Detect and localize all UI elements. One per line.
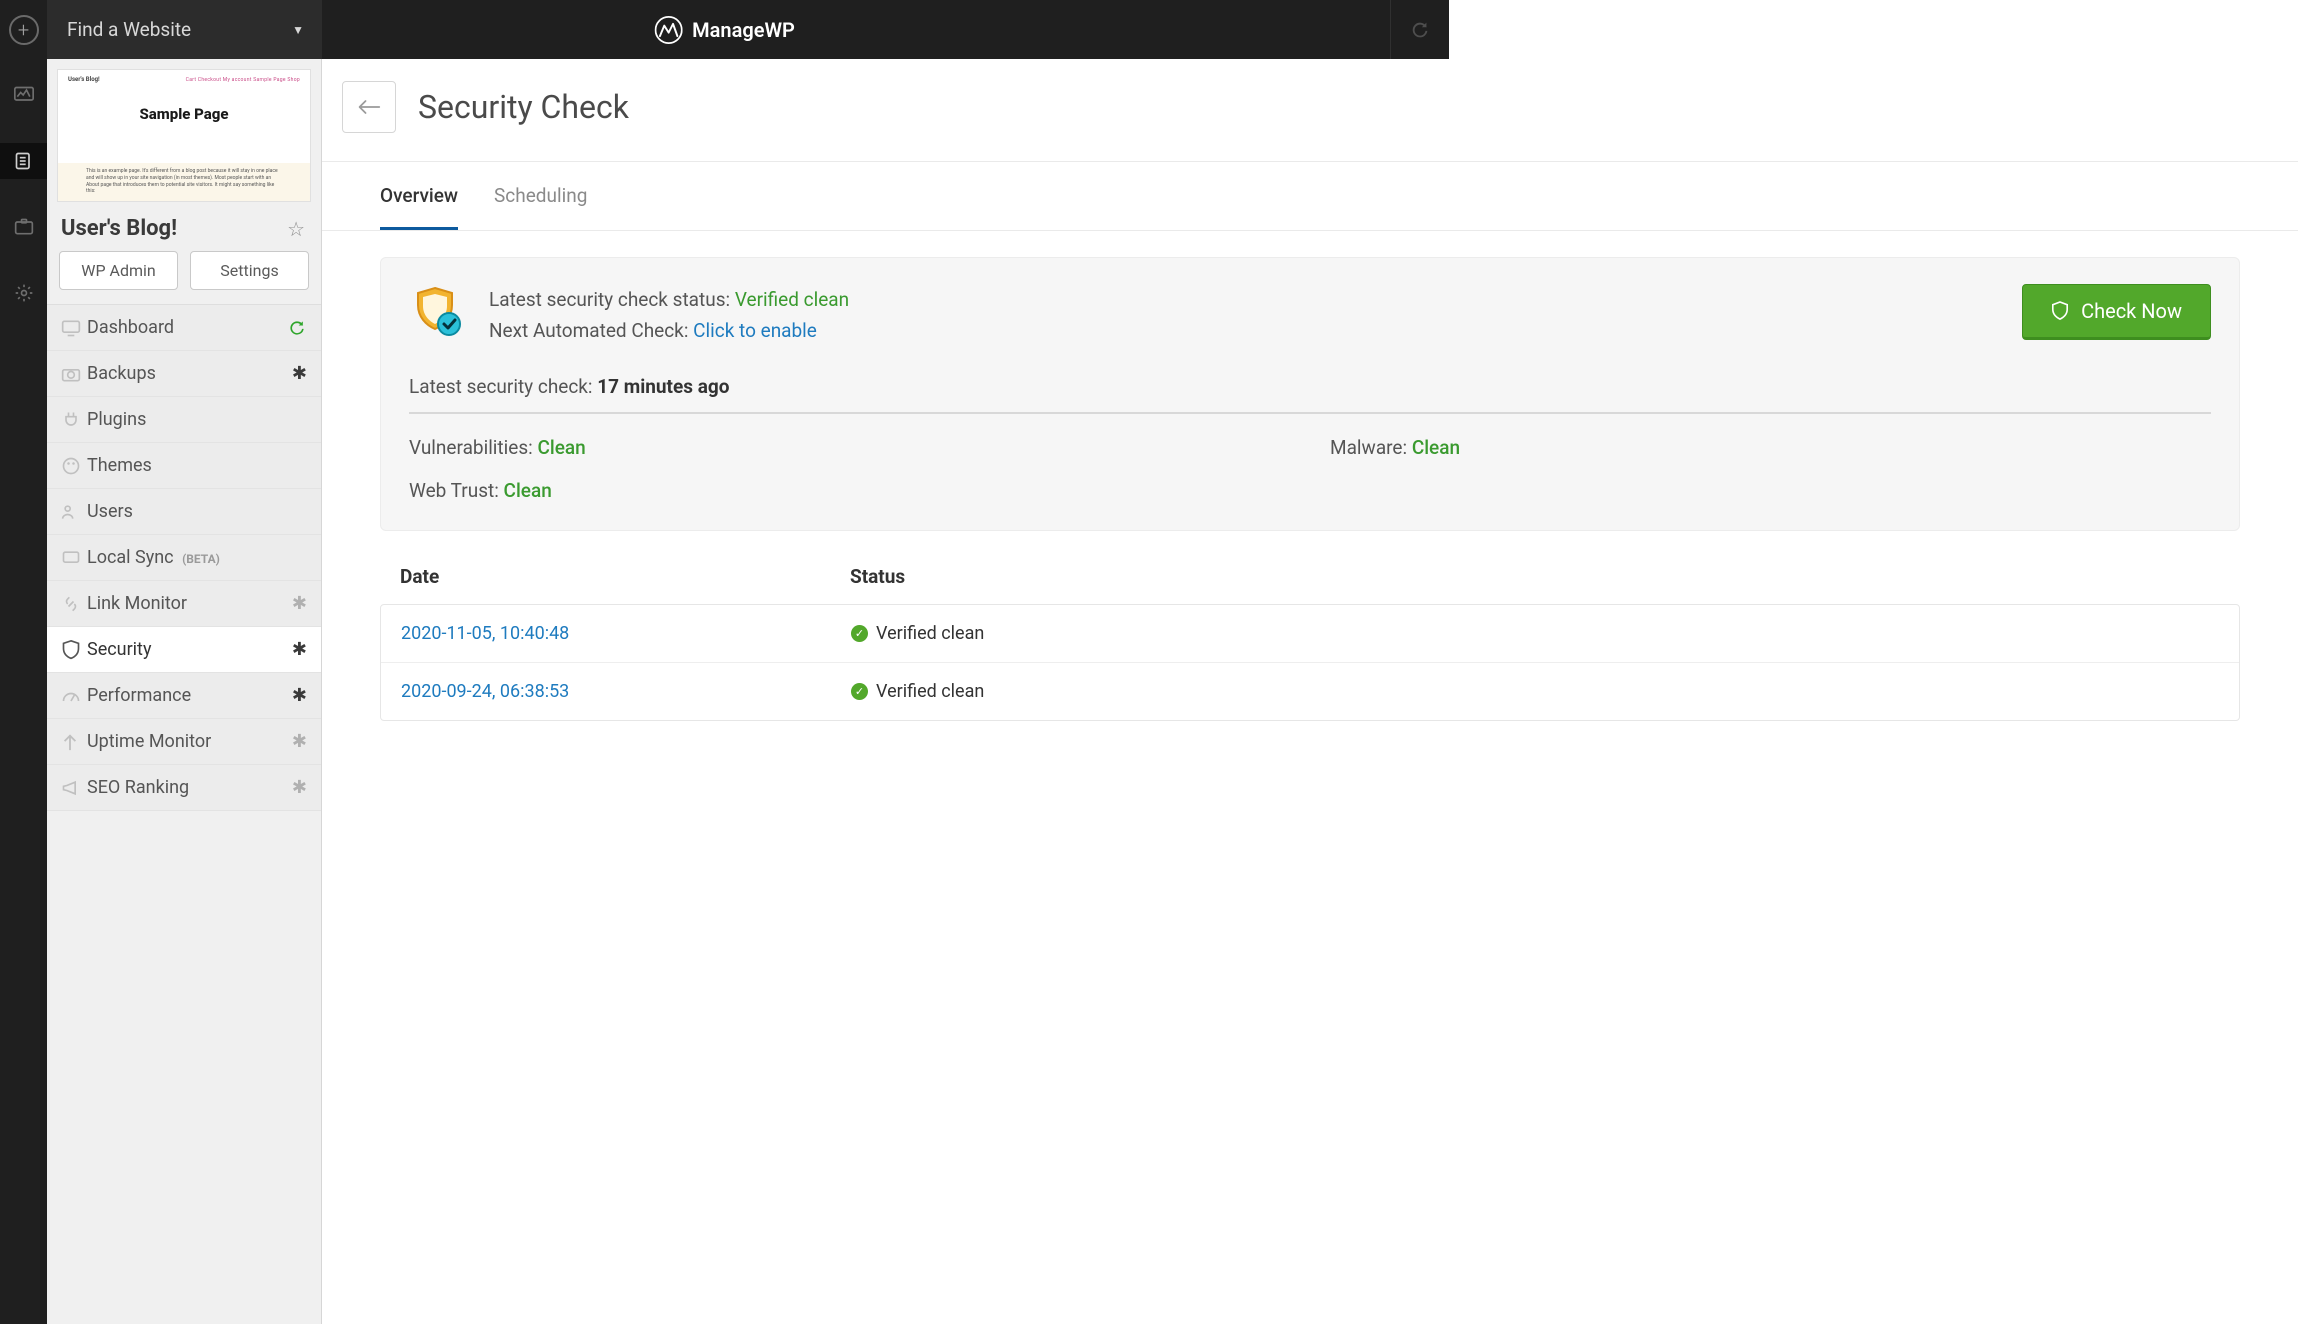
plus-icon: + (9, 15, 39, 45)
table-header: Date Status (380, 531, 2240, 604)
status-line: Latest security check status: Verified c… (489, 284, 1998, 315)
menu-label: Dashboard (87, 317, 287, 338)
menu-uptime[interactable]: Uptime Monitor ✱ (47, 719, 321, 765)
menu-label: Link Monitor (87, 593, 292, 614)
malware-status: Malware: Clean (1330, 436, 2211, 459)
gear-icon[interactable]: ✱ (292, 685, 307, 706)
rail-settings-icon[interactable] (0, 275, 47, 311)
brand-logo: ManageWP (654, 16, 795, 44)
gear-icon[interactable]: ✱ (292, 639, 307, 660)
menu-backups[interactable]: Backups ✱ (47, 351, 321, 397)
back-button[interactable] (342, 81, 396, 133)
col-status: Status (850, 565, 2220, 588)
thumb-blog-name: User's Blog! (68, 76, 100, 83)
rail-sites-icon[interactable] (0, 143, 47, 179)
menu-label: SEO Ranking (87, 777, 292, 798)
webtrust-status: Web Trust: Clean (409, 479, 1290, 502)
add-site-button[interactable]: + (0, 0, 47, 59)
shield-icon (61, 639, 87, 661)
menu-label: Security (87, 639, 292, 660)
check-now-button[interactable]: Check Now (2022, 284, 2211, 340)
menu-security[interactable]: Security ✱ (47, 627, 321, 673)
thumb-nav-links: Cart Checkout My account Sample Page Sho… (186, 77, 300, 83)
history-table: 2020-11-05, 10:40:48 ✓Verified clean 202… (380, 604, 2240, 721)
menu-label: Performance (87, 685, 292, 706)
site-thumbnail[interactable]: User's Blog! Cart Checkout My account Sa… (57, 69, 311, 202)
check-ok-icon: ✓ (851, 625, 868, 642)
check-date-link[interactable]: 2020-09-24, 06:38:53 (401, 681, 851, 702)
refresh-icon (1409, 19, 1431, 41)
check-status: ✓Verified clean (851, 623, 984, 644)
rail-clients-icon[interactable] (0, 209, 47, 245)
menu-users[interactable]: Users (47, 489, 321, 535)
site-menu: Dashboard Backups ✱ Plugins Themes Users… (47, 304, 321, 811)
menu-performance[interactable]: Performance ✱ (47, 673, 321, 719)
megaphone-icon (61, 779, 87, 797)
palette-icon (61, 456, 87, 476)
tab-overview[interactable]: Overview (380, 184, 458, 230)
find-website-dropdown[interactable]: Find a Website ▼ (47, 0, 322, 59)
next-check-line: Next Automated Check: Click to enable (489, 315, 1998, 346)
menu-seo[interactable]: SEO Ranking ✱ (47, 765, 321, 811)
col-date: Date (400, 565, 850, 588)
global-refresh-button[interactable] (1390, 0, 1449, 59)
menu-label: Themes (87, 455, 307, 476)
left-rail (0, 59, 47, 1324)
vulnerabilities-status: Vulnerabilities: Clean (409, 436, 1290, 459)
top-bar: + Find a Website ▼ ManageWP (0, 0, 1449, 59)
thumb-page-title: Sample Page (68, 105, 300, 123)
arrow-left-icon (357, 98, 381, 116)
latest-check-line: Latest security check: 17 minutes ago (409, 375, 2211, 414)
check-date-link[interactable]: 2020-11-05, 10:40:48 (401, 623, 851, 644)
gear-icon[interactable]: ✱ (292, 363, 307, 384)
tabs: Overview Scheduling (322, 162, 2298, 231)
sync-icon (61, 549, 87, 567)
summary-card: Latest security check status: Verified c… (380, 257, 2240, 531)
menu-local-sync[interactable]: Local Sync (BETA) (47, 535, 321, 581)
page-header: Security Check (322, 59, 2298, 162)
gear-icon[interactable]: ✱ (292, 731, 307, 752)
chevron-down-icon: ▼ (292, 23, 304, 37)
plug-icon (61, 410, 87, 430)
favorite-star-button[interactable]: ☆ (287, 217, 305, 241)
table-row: 2020-11-05, 10:40:48 ✓Verified clean (381, 605, 2239, 663)
menu-label: Uptime Monitor (87, 731, 292, 752)
managewp-icon (654, 16, 682, 44)
link-icon (61, 594, 87, 614)
menu-themes[interactable]: Themes (47, 443, 321, 489)
users-icon (61, 503, 87, 521)
menu-label: Local Sync (BETA) (87, 547, 307, 568)
shield-check-icon (409, 284, 465, 340)
camera-icon (61, 365, 87, 383)
shield-outline-icon (2051, 301, 2069, 321)
refresh-icon[interactable] (287, 318, 307, 338)
enable-schedule-link[interactable]: Click to enable (693, 319, 817, 342)
check-status: ✓Verified clean (851, 681, 984, 702)
gear-icon[interactable]: ✱ (292, 777, 307, 798)
menu-dashboard[interactable]: Dashboard (47, 305, 321, 351)
thumb-body-text: This is an example page. It's different … (58, 163, 310, 201)
site-sidebar: User's Blog! Cart Checkout My account Sa… (47, 59, 322, 1324)
table-row: 2020-09-24, 06:38:53 ✓Verified clean (381, 663, 2239, 720)
gauge-icon (61, 687, 87, 705)
menu-label: Plugins (87, 409, 307, 430)
menu-label: Users (87, 501, 307, 522)
rail-overview-icon[interactable] (0, 77, 47, 113)
find-website-label: Find a Website (67, 18, 191, 41)
site-title: User's Blog! (61, 216, 177, 241)
monitor-icon (61, 319, 87, 337)
brand-text: ManageWP (692, 18, 795, 42)
gear-icon[interactable]: ✱ (292, 593, 307, 614)
arrow-up-icon (61, 732, 87, 752)
check-now-label: Check Now (2081, 299, 2182, 323)
main-content: Security Check Overview Scheduling Lates… (322, 59, 2298, 1324)
menu-label: Backups (87, 363, 292, 384)
menu-plugins[interactable]: Plugins (47, 397, 321, 443)
tab-scheduling[interactable]: Scheduling (494, 184, 587, 230)
menu-link-monitor[interactable]: Link Monitor ✱ (47, 581, 321, 627)
check-ok-icon: ✓ (851, 683, 868, 700)
page-title: Security Check (418, 88, 629, 126)
settings-button[interactable]: Settings (190, 251, 309, 290)
wp-admin-button[interactable]: WP Admin (59, 251, 178, 290)
